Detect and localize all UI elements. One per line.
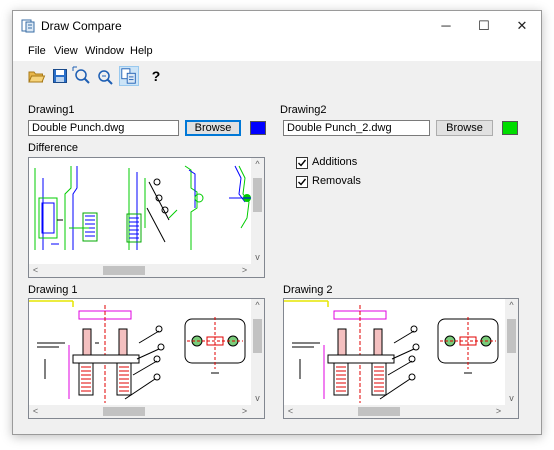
close-button[interactable]: ✕ [503,11,541,41]
scroll-thumb[interactable] [103,407,145,416]
menu-bar: File View Window Help [13,41,541,61]
difference-view[interactable]: ^ v < > [28,157,265,278]
save-icon[interactable] [50,66,70,86]
difference-drawing [34,165,253,250]
zoom-window-icon[interactable] [95,66,115,86]
help-icon[interactable]: ? [146,66,166,86]
scroll-thumb[interactable] [507,319,516,353]
scroll-down-arrow[interactable]: v [505,392,518,405]
minimize-button[interactable]: ─ [427,11,465,41]
drawing-2-vscrollbar[interactable]: ^ v [505,299,518,405]
drawing-1-hscrollbar[interactable]: < > [29,405,251,418]
difference-vscrollbar[interactable]: ^ v [251,158,264,264]
drawing1-color-swatch[interactable] [250,121,266,135]
drawing-2-hscrollbar[interactable]: < > [284,405,505,418]
scroll-thumb[interactable] [253,319,262,353]
difference-hscrollbar[interactable]: < > [29,264,251,277]
drawing-1-preview-label: Drawing 1 [28,284,78,296]
removals-label: Removals [312,175,361,187]
scroll-down-arrow[interactable]: v [251,251,264,264]
menu-view[interactable]: View [54,45,78,57]
draw-compare-window: Draw Compare ─ ☐ ✕ File View Window Help [12,10,542,435]
additions-checkbox[interactable] [296,157,308,169]
menu-file[interactable]: File [28,45,46,57]
app-icon [21,19,35,33]
scroll-up-arrow[interactable]: ^ [505,299,518,312]
drawing2-file-field[interactable]: Double Punch_2.dwg [283,120,430,136]
drawing-1-view[interactable]: ^ v < > [28,298,265,419]
drawing1-file-field[interactable]: Double Punch.dwg [28,120,179,136]
scroll-left-arrow[interactable]: < [284,405,297,418]
difference-label: Difference [28,142,78,154]
scroll-right-arrow[interactable]: > [492,405,505,418]
toolbar: ? [13,62,541,90]
window-title: Draw Compare [41,19,122,33]
drawing2-color-swatch[interactable] [502,121,518,135]
scroll-corner [251,264,264,277]
scroll-down-arrow[interactable]: v [251,392,264,405]
drawing-1-vscrollbar[interactable]: ^ v [251,299,264,405]
scroll-right-arrow[interactable]: > [238,264,251,277]
removals-checkbox[interactable] [296,176,308,188]
additions-label: Additions [312,156,358,168]
title-bar: Draw Compare ─ ☐ ✕ [13,11,541,41]
drawing2-label: Drawing2 [280,104,327,116]
scroll-up-arrow[interactable]: ^ [251,299,264,312]
scroll-up-arrow[interactable]: ^ [251,158,264,171]
drawing-2-view[interactable]: ^ v < > [283,298,519,419]
maximize-button[interactable]: ☐ [465,11,503,41]
scroll-corner [505,405,518,418]
scroll-corner [251,405,264,418]
scroll-thumb[interactable] [103,266,145,275]
drawing-1-image [29,300,246,403]
scroll-left-arrow[interactable]: < [29,264,42,277]
drawing2-browse-button[interactable]: Browse [436,120,493,136]
open-folder-icon[interactable] [26,66,46,86]
scroll-left-arrow[interactable]: < [29,405,42,418]
scroll-right-arrow[interactable]: > [238,405,251,418]
zoom-extents-icon[interactable] [72,66,92,86]
scroll-thumb[interactable] [253,178,262,212]
scroll-thumb[interactable] [358,407,400,416]
menu-help[interactable]: Help [130,45,153,57]
drawing1-browse-button[interactable]: Browse [185,120,241,136]
drawing1-label: Drawing1 [28,104,75,116]
drawing-2-preview-label: Drawing 2 [283,284,333,296]
menu-window[interactable]: Window [85,45,124,57]
drawing-2-image [284,300,499,403]
compare-icon[interactable] [119,66,139,86]
